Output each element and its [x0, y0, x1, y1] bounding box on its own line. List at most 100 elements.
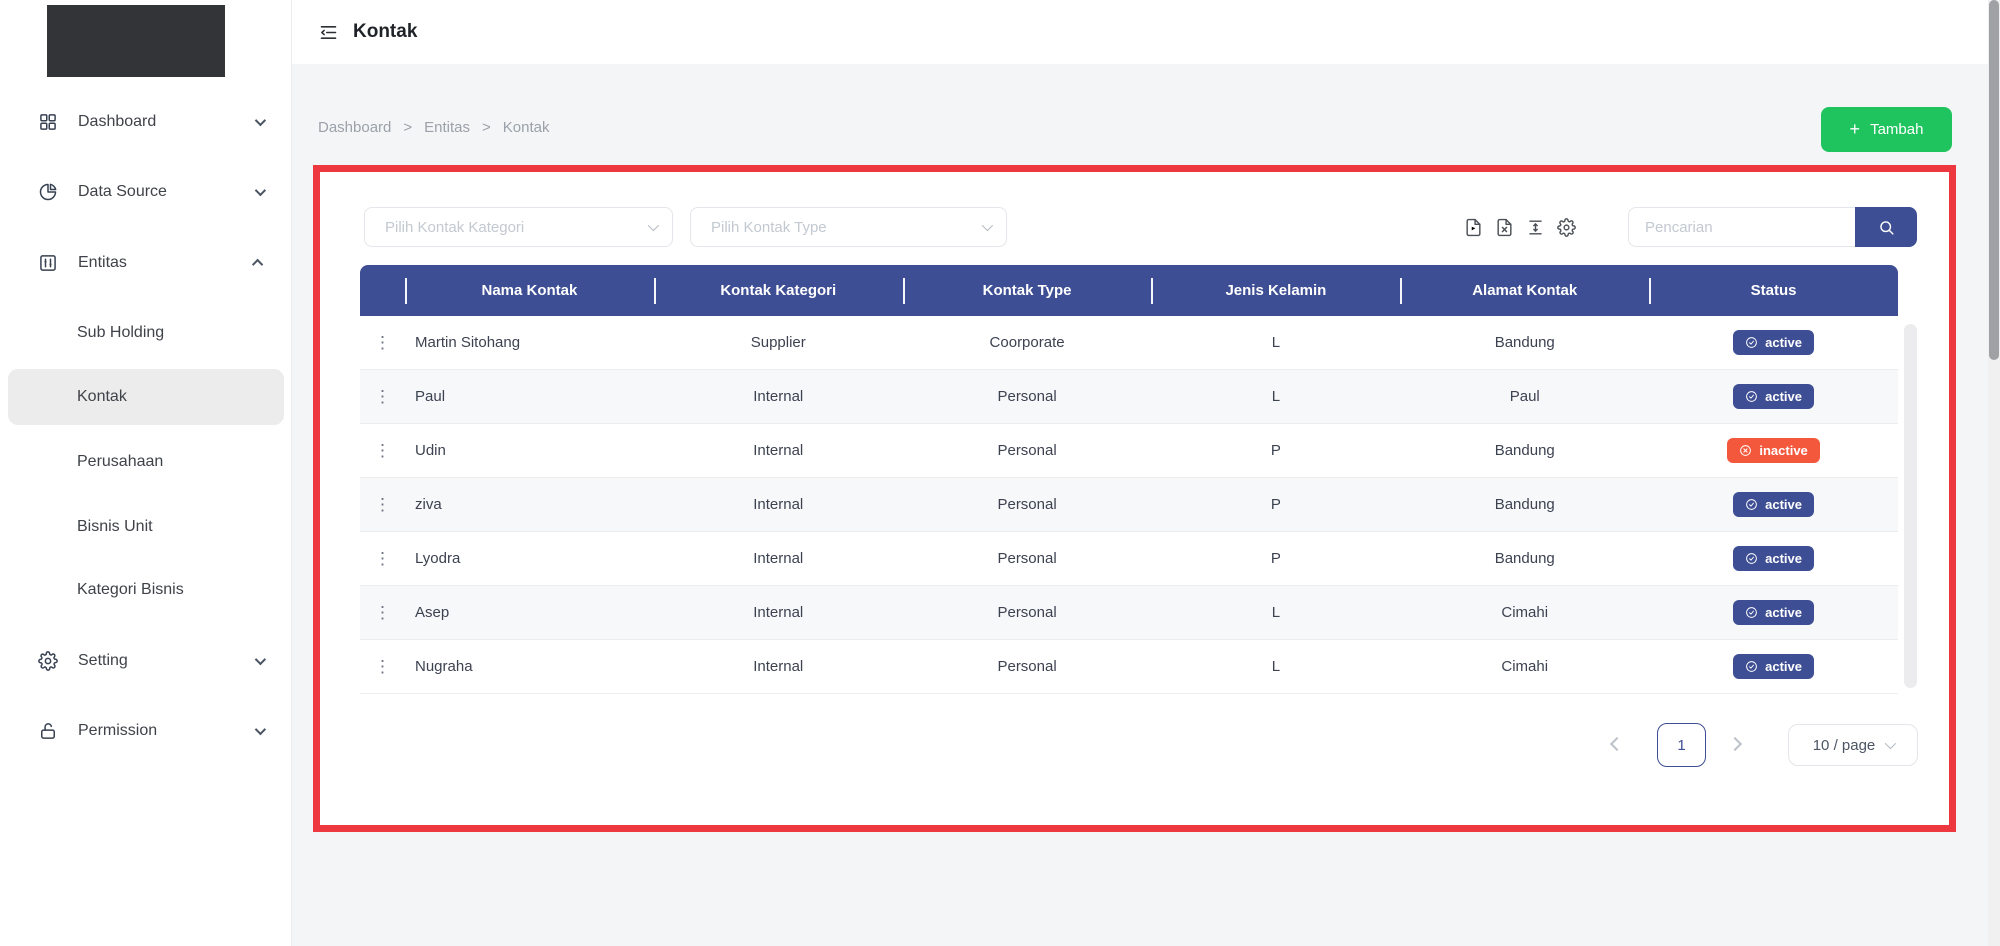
- cell-nama: Udin: [405, 424, 654, 477]
- check-circle-icon: [1745, 390, 1758, 403]
- cell-kategori: Internal: [654, 370, 903, 423]
- breadcrumb-separator: >: [482, 119, 491, 136]
- subnav-label: Kontak: [77, 388, 127, 406]
- cell-jenis: L: [1151, 316, 1400, 369]
- sidebar-item-bisnis-unit[interactable]: Bisnis Unit: [77, 509, 153, 545]
- sidebar-item-perusahaan[interactable]: Perusahaan: [77, 444, 163, 480]
- file-excel-icon[interactable]: [1495, 218, 1514, 237]
- cell-nama: Martin Sitohang: [405, 316, 654, 369]
- sidebar-active-highlight: [8, 369, 284, 425]
- breadcrumb-dashboard[interactable]: Dashboard: [318, 119, 391, 136]
- sidebar-item-permission[interactable]: Permission: [38, 713, 263, 749]
- page-scrollbar[interactable]: [1988, 0, 2000, 946]
- status-badge: active: [1733, 384, 1814, 409]
- plus-icon: +: [1850, 119, 1861, 140]
- table-row[interactable]: ⋮ Martin Sitohang Supplier Coorporate L …: [360, 316, 1898, 370]
- table-settings-gear-icon[interactable]: [1557, 218, 1576, 237]
- add-button[interactable]: + Tambah: [1821, 107, 1952, 152]
- table-header: Nama Kontak Kontak Kategori Kontak Type …: [360, 265, 1898, 316]
- column-height-icon[interactable]: [1526, 218, 1545, 237]
- control-sliders-icon: [38, 253, 58, 273]
- chevron-down-icon: [255, 654, 266, 665]
- row-menu-icon[interactable]: ⋮: [374, 604, 391, 621]
- subnav-label: Kategori Bisnis: [77, 581, 184, 599]
- row-menu-icon[interactable]: ⋮: [374, 388, 391, 405]
- page-scrollbar-thumb[interactable]: [1989, 0, 1999, 360]
- search-input[interactable]: [1628, 207, 1855, 247]
- subnav-label: Perusahaan: [77, 453, 163, 471]
- row-menu-icon[interactable]: ⋮: [374, 550, 391, 567]
- check-circle-icon: [1745, 498, 1758, 511]
- cell-jenis: L: [1151, 370, 1400, 423]
- check-circle-icon: [1745, 336, 1758, 349]
- cell-jenis: L: [1151, 640, 1400, 693]
- cell-type: Personal: [903, 370, 1152, 423]
- cell-nama: Lyodra: [405, 532, 654, 585]
- cell-alamat: Bandung: [1400, 424, 1649, 477]
- table-row[interactable]: ⋮ Lyodra Internal Personal P Bandung act…: [360, 532, 1898, 586]
- chevron-down-icon: [982, 220, 993, 231]
- cell-type: Personal: [903, 586, 1152, 639]
- cell-jenis: L: [1151, 586, 1400, 639]
- sidebar-item-label: Setting: [78, 652, 235, 670]
- breadcrumb-kontak[interactable]: Kontak: [503, 119, 550, 136]
- header-cell-type: Kontak Type: [903, 265, 1152, 316]
- check-circle-icon: [1745, 606, 1758, 619]
- kontak-type-select[interactable]: Pilih Kontak Type: [690, 207, 1007, 247]
- sidebar-item-data-source[interactable]: Data Source: [38, 174, 263, 210]
- cell-alamat: Cimahi: [1400, 586, 1649, 639]
- cell-jenis: P: [1151, 532, 1400, 585]
- cell-nama: Asep: [405, 586, 654, 639]
- cell-jenis: P: [1151, 478, 1400, 531]
- status-label: inactive: [1759, 443, 1807, 458]
- sidebar-item-entitas[interactable]: Entitas: [38, 245, 263, 281]
- file-pdf-icon[interactable]: [1464, 218, 1483, 237]
- sidebar-item-setting[interactable]: Setting: [38, 643, 263, 679]
- table-row[interactable]: ⋮ Paul Internal Personal L Paul active: [360, 370, 1898, 424]
- topbar: Kontak: [292, 0, 2000, 64]
- cell-alamat: Bandung: [1400, 478, 1649, 531]
- breadcrumb: Dashboard > Entitas > Kontak: [318, 119, 549, 136]
- pagination-page-1[interactable]: 1: [1657, 723, 1706, 767]
- gear-icon: [38, 651, 58, 671]
- table-scrollbar[interactable]: [1904, 324, 1917, 688]
- cell-kategori: Supplier: [654, 316, 903, 369]
- sidebar-item-kategori-bisnis[interactable]: Kategori Bisnis: [77, 572, 184, 608]
- table-toolbar: [1464, 218, 1576, 237]
- row-menu-icon[interactable]: ⋮: [374, 496, 391, 513]
- table-row[interactable]: ⋮ Asep Internal Personal L Cimahi active: [360, 586, 1898, 640]
- cell-kategori: Internal: [654, 424, 903, 477]
- header-cell-alamat: Alamat Kontak: [1400, 265, 1649, 316]
- subnav-label: Sub Holding: [77, 324, 164, 342]
- cell-jenis: P: [1151, 424, 1400, 477]
- chevron-down-icon: [255, 115, 266, 126]
- page-size-select[interactable]: 10 / page: [1788, 724, 1918, 766]
- sidebar-item-dashboard[interactable]: Dashboard: [38, 104, 263, 140]
- status-label: active: [1765, 551, 1802, 566]
- chevron-up-icon: [252, 259, 263, 270]
- search-button[interactable]: [1855, 207, 1917, 247]
- sidebar-item-sub-holding[interactable]: Sub Holding: [77, 315, 164, 351]
- row-menu-icon[interactable]: ⋮: [374, 334, 391, 351]
- menu-fold-icon[interactable]: [318, 22, 339, 43]
- kontak-kategori-select[interactable]: Pilih Kontak Kategori: [364, 207, 673, 247]
- cell-kategori: Internal: [654, 532, 903, 585]
- table-row[interactable]: ⋮ Udin Internal Personal P Bandung inact…: [360, 424, 1898, 478]
- cell-alamat: Bandung: [1400, 316, 1649, 369]
- table-row[interactable]: ⋮ Nugraha Internal Personal L Cimahi act…: [360, 640, 1898, 694]
- row-menu-icon[interactable]: ⋮: [374, 658, 391, 675]
- header-cell-jenis-kelamin: Jenis Kelamin: [1151, 265, 1400, 316]
- chevron-down-icon: [648, 220, 659, 231]
- breadcrumb-entitas[interactable]: Entitas: [424, 119, 470, 136]
- row-menu-icon[interactable]: ⋮: [374, 442, 391, 459]
- unlock-icon: [38, 721, 58, 741]
- cell-type: Coorporate: [903, 316, 1152, 369]
- check-circle-icon: [1745, 660, 1758, 673]
- sidebar-item-label: Dashboard: [78, 113, 235, 131]
- sidebar-item-label: Data Source: [78, 183, 235, 201]
- pie-chart-icon: [38, 182, 58, 202]
- table-row[interactable]: ⋮ ziva Internal Personal P Bandung activ…: [360, 478, 1898, 532]
- kontak-type-placeholder: Pilih Kontak Type: [711, 219, 982, 236]
- sidebar-item-kontak[interactable]: Kontak: [77, 379, 127, 415]
- status-badge: active: [1733, 492, 1814, 517]
